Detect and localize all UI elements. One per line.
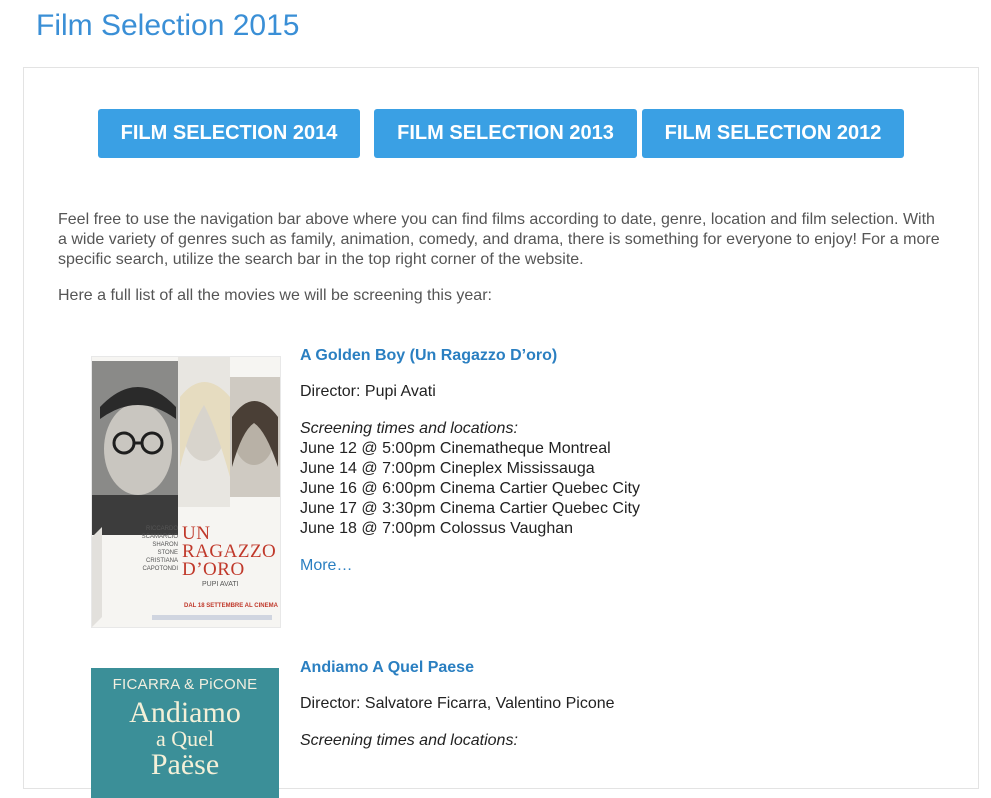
list-lead-text: Here a full list of all the movies we wi…: [58, 287, 492, 304]
poster-title-line: Paëse: [150, 748, 220, 781]
poster-art-a-golden-boy: [92, 357, 280, 627]
screening-heading: Screening times and locations:: [300, 732, 518, 749]
screening-time: June 17 @ 3:30pm Cinema Cartier Quebec C…: [300, 500, 640, 517]
poster-title-line: a Quel: [155, 726, 215, 751]
more-link[interactable]: More…: [300, 556, 352, 576]
poster-release-date: DAL 18 SETTEMBRE AL CINEMA: [184, 603, 278, 609]
film-entry-a-golden-boy: A Golden Boy (Un Ragazzo D’oro) Director…: [300, 346, 940, 576]
film-poster-a-golden-boy[interactable]: UN RAGAZZO D’ORO RICCARDO SCAMARCIO SHAR…: [91, 356, 281, 628]
poster-title-line: D’ORO: [182, 559, 245, 580]
film-director: Director: Pupi Avati: [300, 383, 436, 400]
screening-time: June 16 @ 6:00pm Cinema Cartier Quebec C…: [300, 480, 640, 497]
screening-time: June 18 @ 7:00pm Colossus Vaughan: [300, 520, 574, 537]
film-title-link[interactable]: A Golden Boy (Un Ragazzo D’oro): [300, 346, 940, 366]
poster-cast-line: SCAMARCIO: [141, 534, 178, 540]
screening-time: June 12 @ 5:00pm Cinematheque Montreal: [300, 440, 611, 457]
poster-director: PUPI AVATI: [202, 581, 239, 588]
poster-cast-line: CAPOTONDI: [142, 566, 178, 572]
poster-logo-strip: [152, 615, 272, 620]
screening-time: June 14 @ 7:00pm Cineplex Mississauga: [300, 460, 595, 477]
film-poster-andiamo-a-quel-paese[interactable]: FICARRA & PiCONE Andiamo a Quel Paëse: [91, 668, 279, 798]
poster-title: Andiamo a Quel Paëse: [91, 698, 279, 780]
screening-heading: Screening times and locations:: [300, 420, 518, 437]
poster-title-line: Andiamo: [129, 696, 241, 729]
poster-cast-line: SHARON: [152, 542, 178, 548]
poster-cast: RICCARDO SCAMARCIO SHARON STONE CRISTIAN…: [122, 525, 178, 573]
film-selection-2012-button[interactable]: FILM SELECTION 2012: [642, 109, 904, 158]
content-panel: FILM SELECTION 2014 FILM SELECTION 2013 …: [23, 67, 979, 798]
poster-cast-line: CRISTIANA: [145, 558, 178, 564]
film-director: Director: Salvatore Ficarra, Valentino P…: [300, 695, 615, 712]
film-entry-andiamo-a-quel-paese: Andiamo A Quel Paese Director: Salvatore…: [300, 658, 940, 751]
poster-top-line: FICARRA & PiCONE: [112, 676, 258, 693]
film-selection-2013-button[interactable]: FILM SELECTION 2013: [374, 109, 637, 158]
intro-paragraph: Feel free to use the navigation bar abov…: [58, 211, 940, 268]
film-title-link[interactable]: Andiamo A Quel Paese: [300, 658, 940, 678]
poster-title: UN RAGAZZO D’ORO: [182, 524, 278, 580]
poster-cast-line: RICCARDO: [145, 526, 178, 532]
page-title: Film Selection 2015: [36, 9, 300, 42]
poster-cast-line: STONE: [157, 550, 178, 556]
film-selection-2014-button[interactable]: FILM SELECTION 2014: [98, 109, 360, 158]
